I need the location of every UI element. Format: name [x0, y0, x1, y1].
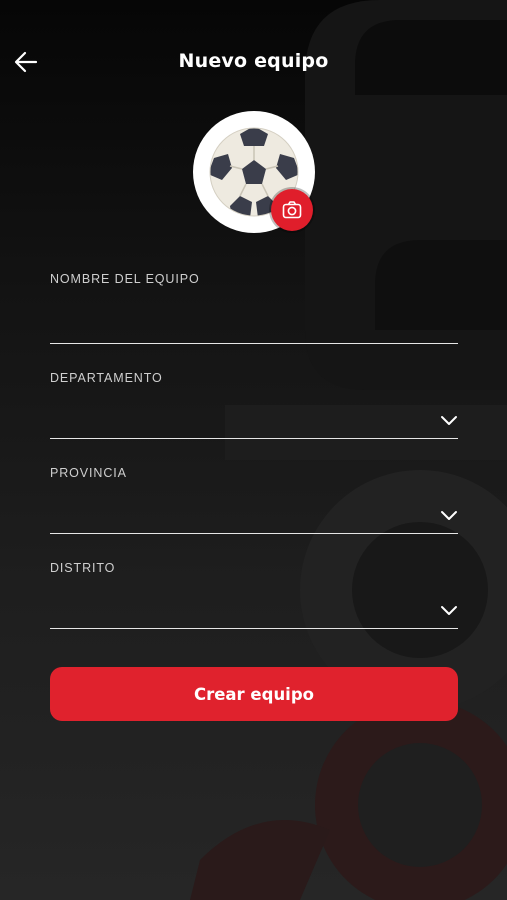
department-field: DEPARTAMENTO	[50, 371, 458, 439]
team-name-input[interactable]	[50, 310, 458, 344]
department-label: DEPARTAMENTO	[50, 371, 163, 385]
chevron-down-icon	[441, 416, 457, 425]
team-name-field: NOMBRE DEL EQUIPO	[50, 272, 458, 344]
change-photo-button[interactable]	[271, 189, 313, 231]
page-title: Nuevo equipo	[178, 50, 329, 72]
app-header: Nuevo equipo	[0, 40, 507, 84]
camera-icon	[282, 201, 302, 219]
team-name-label: NOMBRE DEL EQUIPO	[50, 272, 200, 286]
province-select[interactable]	[50, 500, 458, 534]
chevron-down-icon	[441, 511, 457, 520]
province-label: PROVINCIA	[50, 466, 127, 480]
province-field: PROVINCIA	[50, 466, 458, 534]
team-avatar[interactable]	[193, 111, 315, 233]
create-team-button[interactable]: Crear equipo	[50, 667, 458, 721]
district-label: DISTRITO	[50, 561, 116, 575]
chevron-down-icon	[441, 606, 457, 615]
district-select[interactable]	[50, 595, 458, 629]
department-select[interactable]	[50, 405, 458, 439]
district-field: DISTRITO	[50, 561, 458, 629]
